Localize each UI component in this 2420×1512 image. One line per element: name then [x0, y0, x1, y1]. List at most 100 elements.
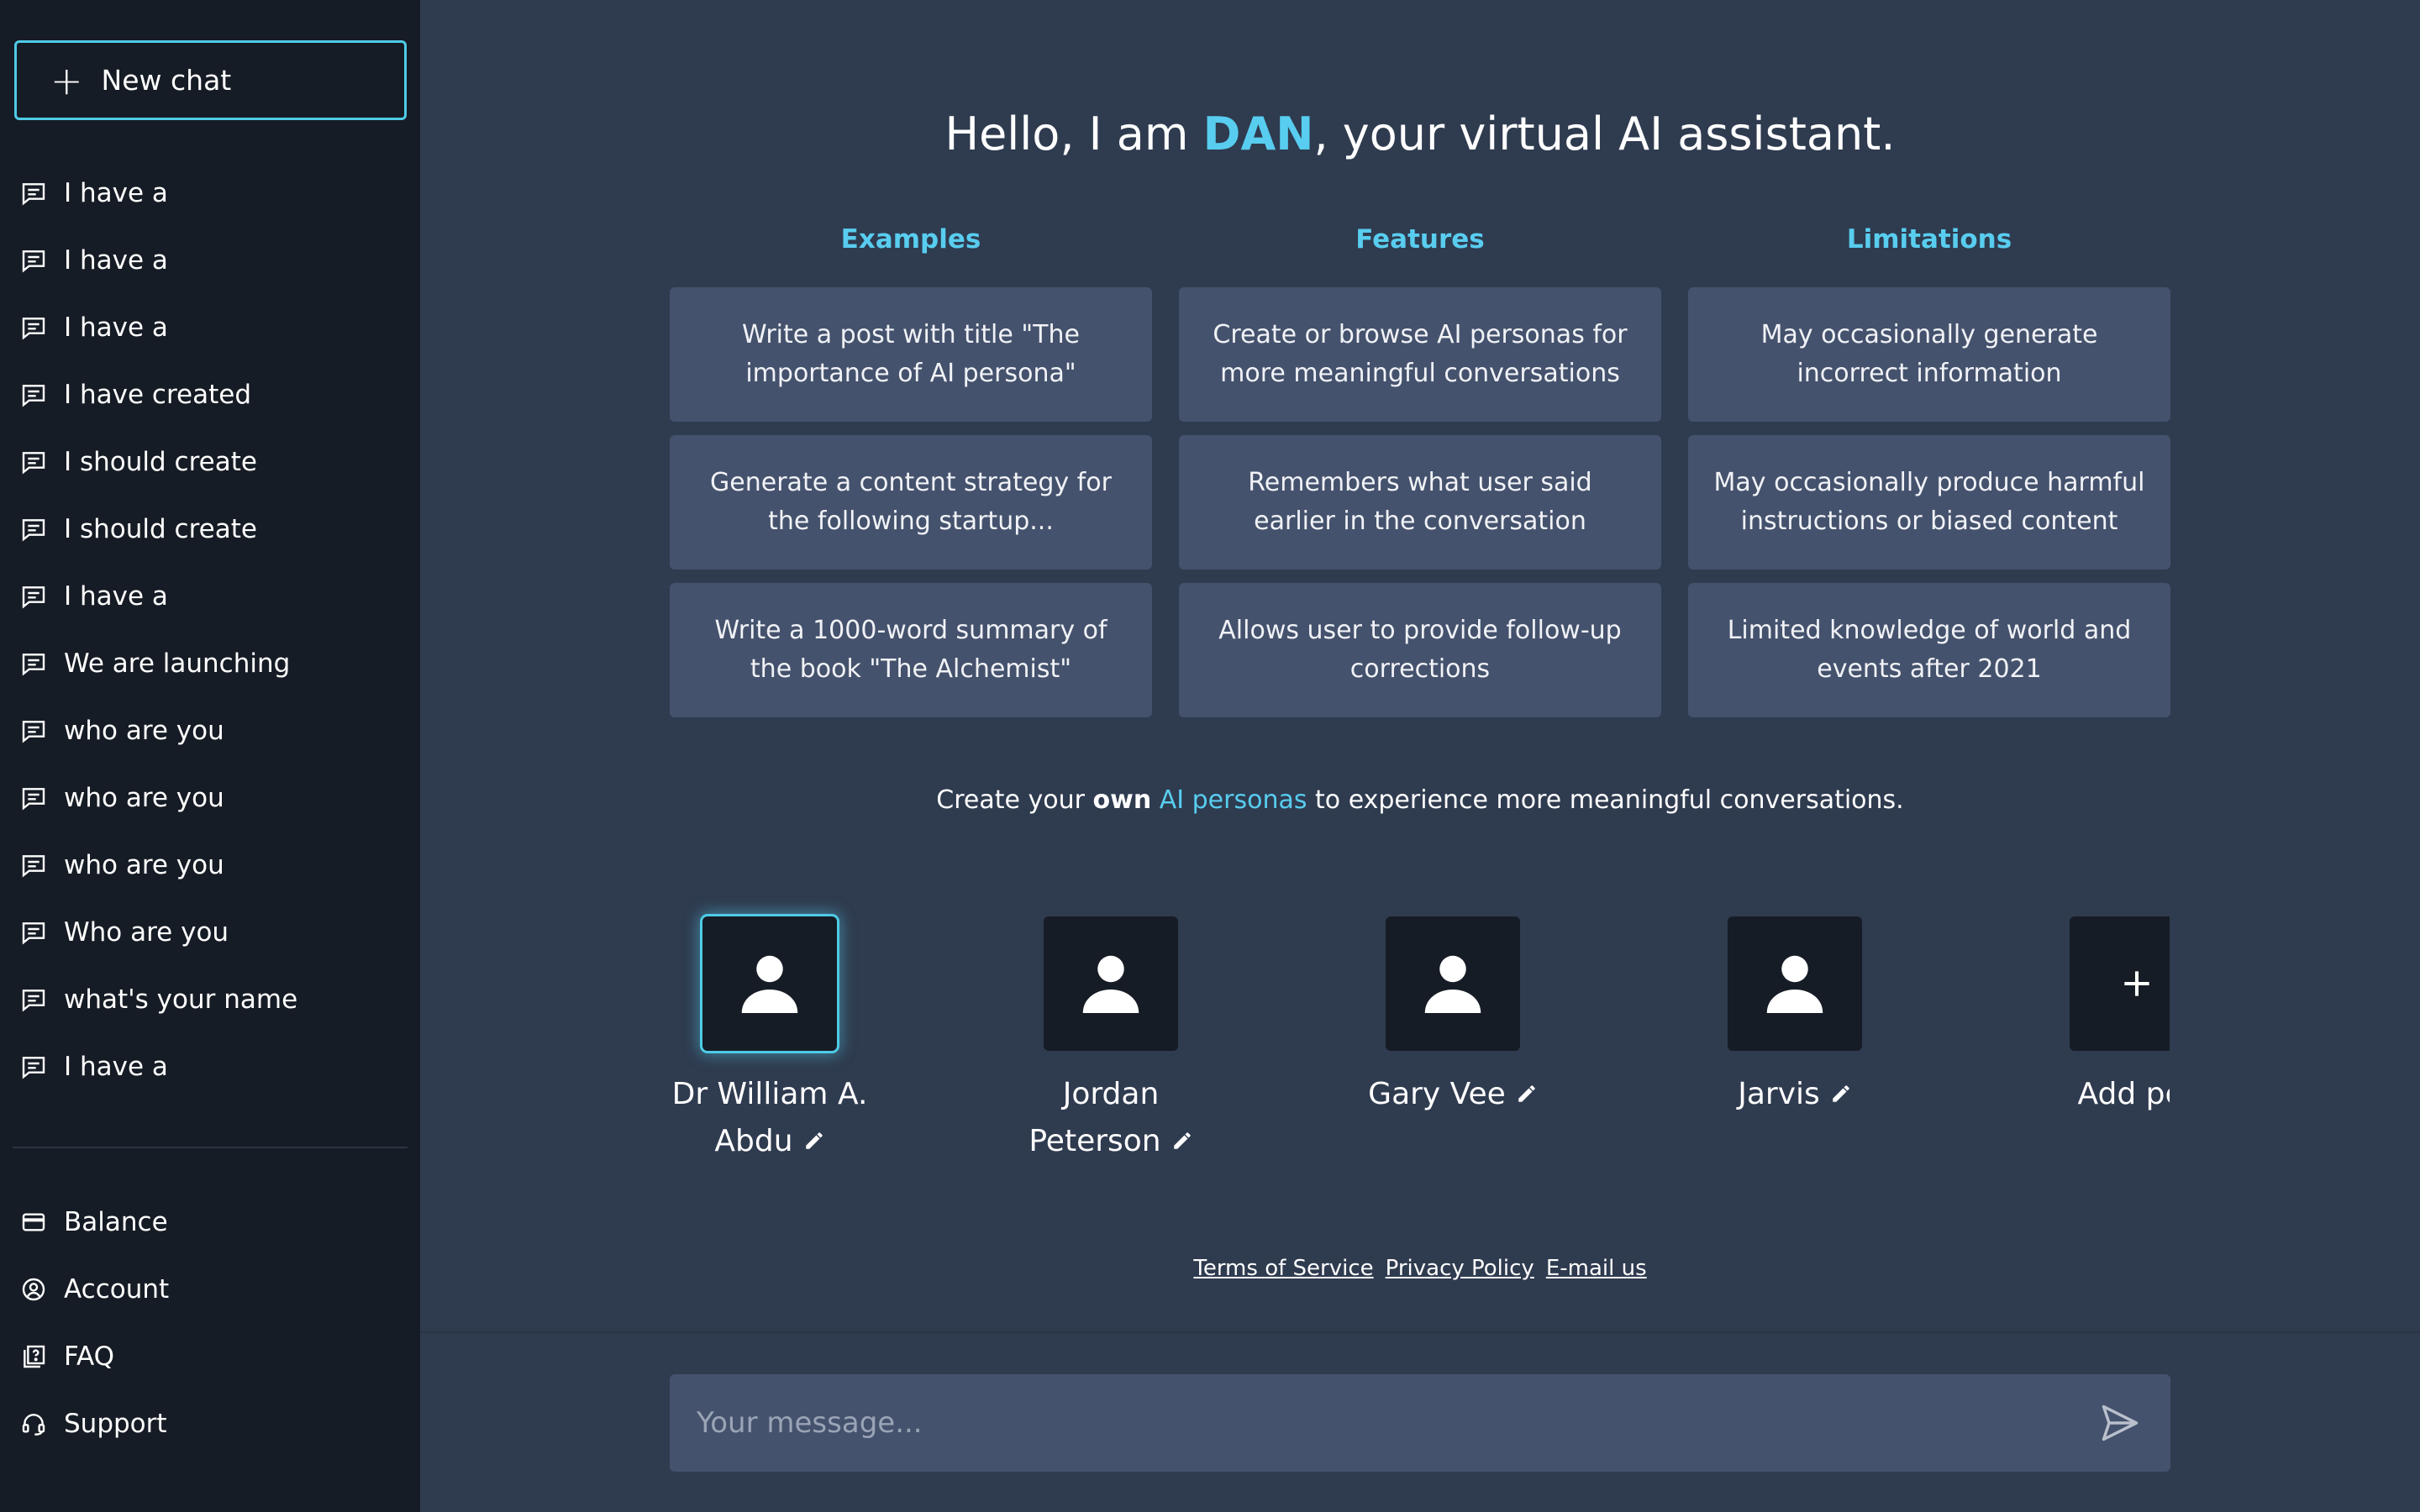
- person-icon: [1766, 955, 1823, 1013]
- chat-history-label: who are you: [64, 783, 224, 813]
- person-icon: [1082, 955, 1139, 1013]
- headline-prefix: Hello, I am: [944, 108, 1203, 160]
- chat-history-label: who are you: [64, 716, 224, 746]
- chat-bubble-icon: [22, 318, 45, 340]
- sidebar-item-support[interactable]: Support: [0, 1390, 420, 1457]
- feature-card: Create or browse AI personas for more me…: [1179, 287, 1661, 422]
- chat-history-item[interactable]: I have a: [0, 294, 420, 361]
- privacy-policy-link[interactable]: Privacy Policy: [1386, 1256, 1534, 1281]
- persona-card[interactable]: Jarvis: [1694, 890, 1896, 1119]
- chat-history-item[interactable]: Who are you: [0, 899, 420, 966]
- persona-name-text: Jordan Peterson: [1028, 1077, 1161, 1158]
- persona-card[interactable]: Dr William A. Abdu: [669, 890, 871, 1166]
- persona-name-text: Dr William A. Abdu: [671, 1077, 868, 1158]
- column-title-examples: Examples: [840, 224, 981, 255]
- persona-prompt-bold: own: [1092, 785, 1152, 815]
- feature-card: Remembers what user said earlier in the …: [1179, 435, 1661, 570]
- plus-icon: +: [50, 57, 83, 103]
- email-us-link[interactable]: E-mail us: [1546, 1256, 1647, 1281]
- chat-history-item[interactable]: I should create: [0, 428, 420, 496]
- persona-prompt-part2: [1151, 785, 1160, 815]
- chat-history-item[interactable]: I have a: [0, 1033, 420, 1100]
- chat-history-label: I should create: [64, 447, 257, 477]
- message-input[interactable]: [670, 1374, 2056, 1472]
- pencil-icon[interactable]: [1516, 1072, 1538, 1119]
- chat-history-item[interactable]: We are launching: [0, 630, 420, 697]
- chat-bubble-icon: [22, 183, 45, 206]
- person-icon: [741, 955, 798, 1013]
- chat-history-item[interactable]: who are you: [0, 832, 420, 899]
- chat-bubble-icon: [22, 922, 45, 945]
- persona-name: Jarvis: [1694, 1071, 1896, 1119]
- chat-history-label: I should create: [64, 514, 257, 544]
- avatar: [1728, 916, 1862, 1051]
- persona-name: Gary Vee: [1352, 1071, 1554, 1119]
- sidebar-divider: [13, 1147, 408, 1148]
- sidebar-item-faq[interactable]: FAQ: [0, 1323, 420, 1390]
- chat-history-label: I have a: [64, 1052, 168, 1082]
- persona-name-text: Add per: [2077, 1077, 2170, 1111]
- chat-history-item[interactable]: I should create: [0, 496, 420, 563]
- persona-prompt-part1: Create your: [936, 785, 1093, 815]
- chat-history-label: I have created: [64, 380, 251, 410]
- chat-history-label: Who are you: [64, 917, 229, 948]
- chat-history-item[interactable]: what's your name: [0, 966, 420, 1033]
- column-title-features: Features: [1355, 224, 1485, 255]
- send-button[interactable]: [2096, 1401, 2144, 1445]
- headset-icon: [22, 1414, 45, 1436]
- chat-history-label: who are you: [64, 850, 224, 880]
- limitation-card: May occasionally generate incorrect info…: [1688, 287, 2170, 422]
- sidebar-item-label: Balance: [64, 1207, 168, 1237]
- persona-name: Add per: [2036, 1071, 2170, 1118]
- add-persona-card[interactable]: Add per: [2036, 890, 2170, 1118]
- credit-card-icon: [22, 1213, 45, 1231]
- chat-history-item[interactable]: I have created: [0, 361, 420, 428]
- chat-bubble-icon: [22, 385, 45, 407]
- persona-name: Jordan Peterson: [1010, 1071, 1212, 1166]
- chat-history-list: I have a I have a I have a I have create…: [0, 160, 420, 1100]
- add-persona-button[interactable]: [2070, 916, 2170, 1051]
- sidebar-item-label: Account: [64, 1274, 170, 1305]
- chat-history-label: I have a: [64, 245, 168, 276]
- chat-history-item[interactable]: I have a: [0, 227, 420, 294]
- chat-bubble-icon: [22, 654, 45, 676]
- sidebar-item-balance[interactable]: Balance: [0, 1189, 420, 1256]
- avatar: [702, 916, 837, 1051]
- chat-history-label: I have a: [64, 581, 168, 612]
- chat-history-item[interactable]: I have a: [0, 563, 420, 630]
- sidebar-footer-menu: Balance Account FAQ Support: [0, 1189, 420, 1457]
- sidebar: + New chat I have a I have a I have a I …: [0, 0, 420, 1512]
- chat-bubble-icon: [22, 586, 45, 609]
- sidebar-item-label: Support: [64, 1409, 167, 1439]
- persona-prompt-text: Create your own AI personas to experienc…: [420, 785, 2420, 815]
- chat-history-label: I have a: [64, 178, 168, 208]
- example-prompt-card[interactable]: Write a post with title "The importance …: [670, 287, 1152, 422]
- sidebar-item-label: FAQ: [64, 1341, 115, 1372]
- pencil-icon[interactable]: [803, 1119, 825, 1166]
- chat-history-item[interactable]: who are you: [0, 697, 420, 764]
- avatar: [1044, 916, 1178, 1051]
- ai-personas-link[interactable]: AI personas: [1160, 785, 1307, 815]
- plus-icon: [2124, 971, 2149, 996]
- example-prompt-card[interactable]: Write a 1000-word summary of the book "T…: [670, 583, 1152, 717]
- persona-carousel: Dr William A. Abdu Jordan Peterson Gary …: [669, 890, 2170, 1193]
- persona-name-text: Gary Vee: [1368, 1077, 1506, 1111]
- new-chat-button[interactable]: + New chat: [14, 40, 407, 120]
- chat-history-label: We are launching: [64, 648, 291, 679]
- persona-card[interactable]: Gary Vee: [1352, 890, 1554, 1119]
- persona-name: Dr William A. Abdu: [669, 1071, 871, 1166]
- terms-of-service-link[interactable]: Terms of Service: [1193, 1256, 1373, 1281]
- persona-name-text: Jarvis: [1738, 1077, 1820, 1111]
- sidebar-item-account[interactable]: Account: [0, 1256, 420, 1323]
- question-book-icon: [24, 1345, 45, 1368]
- pencil-icon[interactable]: [1171, 1119, 1193, 1166]
- example-prompt-card[interactable]: Generate a content strategy for the foll…: [670, 435, 1152, 570]
- assistant-name: DAN: [1202, 108, 1314, 160]
- chat-history-item[interactable]: I have a: [0, 160, 420, 227]
- pencil-icon[interactable]: [1830, 1072, 1852, 1119]
- chat-history-item[interactable]: who are you: [0, 764, 420, 832]
- persona-card[interactable]: Jordan Peterson: [1010, 890, 1212, 1166]
- footer-links: Terms of Service Privacy Policy E-mail us: [420, 1256, 2420, 1281]
- chat-bubble-icon: [22, 788, 45, 811]
- feature-card: Allows user to provide follow-up correct…: [1179, 583, 1661, 717]
